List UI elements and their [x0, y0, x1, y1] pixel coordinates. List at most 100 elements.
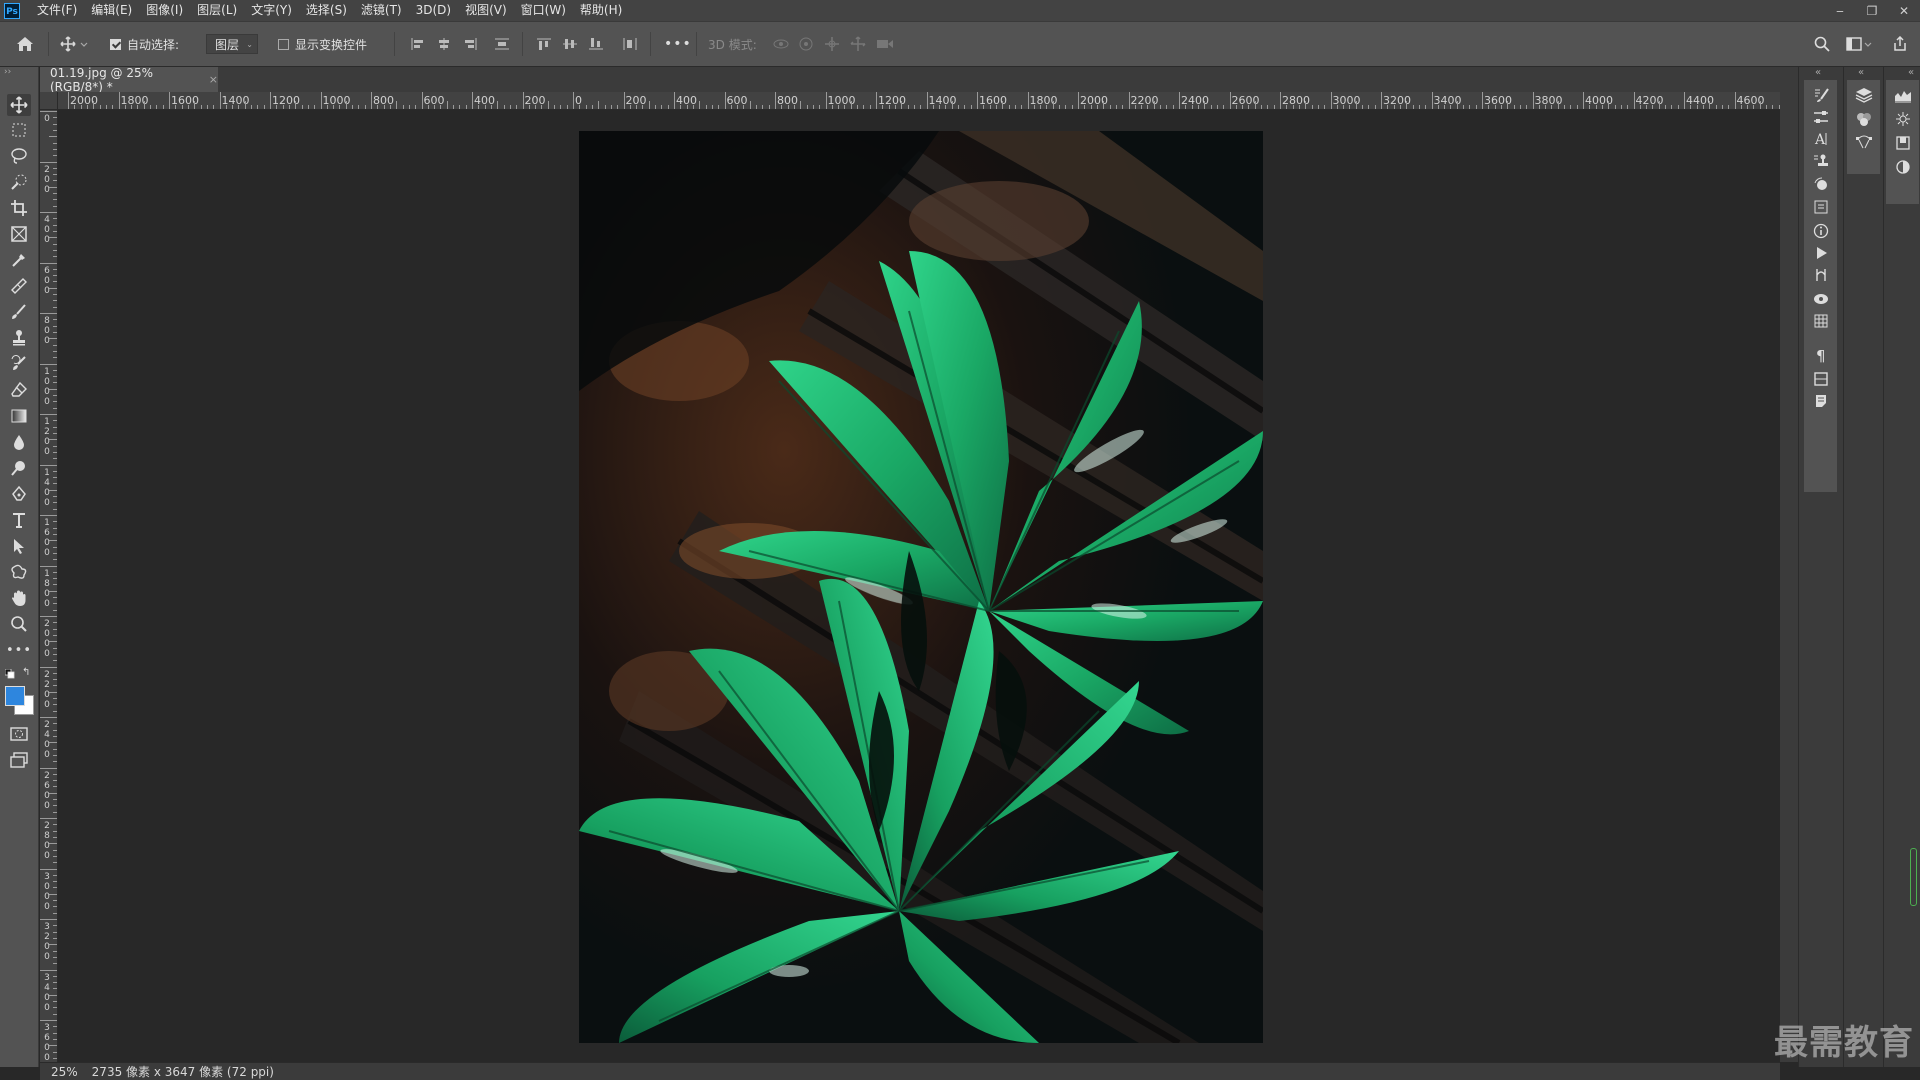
ruler-tick	[1185, 105, 1187, 109]
layers-icon[interactable]	[1852, 84, 1876, 106]
libraries-icon[interactable]	[1891, 132, 1915, 154]
history-icon[interactable]	[1809, 174, 1833, 196]
home-icon[interactable]	[16, 22, 34, 66]
navigator-icon[interactable]	[1891, 108, 1915, 130]
info-icon[interactable]	[1809, 220, 1833, 242]
document-image[interactable]	[579, 131, 1263, 1043]
marquee-tool-icon[interactable]	[7, 119, 31, 141]
move-tool-icon[interactable]	[7, 94, 31, 116]
canvas-area[interactable]	[58, 110, 1780, 1062]
3d-slide-icon[interactable]	[850, 22, 866, 66]
swap-colors-icon[interactable]: ↰	[22, 667, 30, 678]
workspace-icon[interactable]	[1846, 22, 1874, 66]
vertical-scrollbar[interactable]	[1780, 67, 1798, 1062]
align-top-icon[interactable]	[536, 22, 552, 66]
blur-tool-icon[interactable]	[7, 431, 31, 453]
align-left-icon[interactable]	[410, 22, 426, 66]
menu-file[interactable]: 文件(F)	[30, 0, 84, 21]
distribute-vertical-icon[interactable]	[494, 22, 510, 66]
type-tool-icon[interactable]	[7, 509, 31, 531]
align-right-icon[interactable]	[462, 22, 478, 66]
properties-icon[interactable]	[1809, 196, 1833, 218]
edit-toolbar-icon[interactable]: •••	[6, 639, 31, 661]
paragraph-icon[interactable]: ¶	[1809, 344, 1833, 366]
minimize-button[interactable]: ‒	[1824, 0, 1856, 21]
history-brush-tool-icon[interactable]	[7, 353, 31, 375]
collapse-panel-icon[interactable]: «	[1908, 67, 1914, 78]
expand-toolbar-icon[interactable]: ››	[4, 67, 11, 77]
default-colors-icon[interactable]	[4, 668, 15, 682]
glyphs-icon[interactable]	[1809, 368, 1833, 390]
table-icon[interactable]	[1809, 310, 1833, 332]
menu-window[interactable]: 窗口(W)	[514, 0, 573, 21]
character-icon[interactable]: A	[1809, 128, 1833, 150]
3d-panel-icon[interactable]	[1809, 288, 1833, 310]
align-bottom-icon[interactable]	[588, 22, 604, 66]
histogram-icon[interactable]	[1891, 84, 1915, 106]
clone-source-icon[interactable]	[1809, 150, 1833, 172]
quick-select-tool-icon[interactable]	[7, 171, 31, 193]
menu-view[interactable]: 视图(V)	[458, 0, 514, 21]
lasso-tool-icon[interactable]	[7, 145, 31, 167]
close-tab-icon[interactable]: ×	[209, 73, 218, 86]
paths-icon[interactable]	[1809, 264, 1833, 286]
channels-icon[interactable]	[1852, 108, 1876, 130]
ruler-tick	[1330, 92, 1332, 109]
path-nodes-icon[interactable]	[1852, 132, 1876, 154]
zoom-level[interactable]: 25%	[51, 1065, 78, 1079]
foreground-color-swatch[interactable]	[5, 686, 25, 706]
gradient-tool-icon[interactable]	[7, 405, 31, 427]
menu-type[interactable]: 文字(Y)	[244, 0, 299, 21]
menu-help[interactable]: 帮助(H)	[573, 0, 629, 21]
close-button[interactable]: ✕	[1888, 0, 1920, 21]
dodge-tool-icon[interactable]	[7, 457, 31, 479]
zoom-tool-icon[interactable]	[7, 613, 31, 635]
menu-3d[interactable]: 3D(D)	[409, 0, 458, 21]
brush-settings-icon[interactable]	[1809, 84, 1833, 106]
actions-play-icon[interactable]	[1809, 242, 1833, 264]
menu-edit[interactable]: 编辑(E)	[84, 0, 139, 21]
menu-layer[interactable]: 图层(L)	[190, 0, 244, 21]
eyedropper-tool-icon[interactable]	[7, 249, 31, 271]
move-tool-preset-icon[interactable]	[60, 22, 88, 66]
share-icon[interactable]	[1892, 22, 1908, 66]
more-options-button[interactable]: •••	[664, 22, 692, 66]
path-selection-tool-icon[interactable]	[7, 535, 31, 557]
layer-select-dropdown[interactable]: 图层 ⌄	[206, 34, 258, 54]
menu-select[interactable]: 选择(S)	[299, 0, 354, 21]
ruler-origin[interactable]	[40, 92, 58, 110]
3d-roll-icon[interactable]	[798, 22, 814, 66]
eraser-tool-icon[interactable]	[7, 379, 31, 401]
hand-tool-icon[interactable]	[7, 587, 31, 609]
document-info[interactable]: 2735 像素 x 3647 像素 (72 ppi)	[92, 1063, 274, 1080]
horizontal-ruler[interactable]: 2000 1800 1600 1400 1200 1000 800 600 400 200 0 200…	[58, 92, 1780, 110]
collapse-panel-icon[interactable]: «	[1858, 67, 1864, 78]
distribute-horizontal-icon[interactable]	[622, 22, 638, 66]
crop-tool-icon[interactable]	[7, 197, 31, 219]
healing-brush-tool-icon[interactable]	[7, 275, 31, 297]
3d-camera-icon[interactable]	[876, 22, 894, 66]
adjustments-icon[interactable]	[1809, 106, 1833, 128]
custom-shape-tool-icon[interactable]	[7, 561, 31, 583]
vertical-ruler[interactable]: 0 200 400 600 800 1000 1200 1400 1600 1800 2000 220…	[40, 110, 58, 1062]
3d-orbit-icon[interactable]	[772, 22, 790, 66]
restore-button[interactable]: ❐	[1856, 0, 1888, 21]
clone-stamp-tool-icon[interactable]	[7, 327, 31, 349]
menu-filter[interactable]: 滤镜(T)	[354, 0, 409, 21]
menu-image[interactable]: 图像(I)	[139, 0, 190, 21]
align-horizontal-center-icon[interactable]	[436, 22, 452, 66]
document-tab[interactable]: 01.19.jpg @ 25%(RGB/8*) * ×	[40, 66, 218, 94]
collapse-panel-icon[interactable]: «	[1815, 67, 1821, 78]
align-vertical-center-icon[interactable]	[562, 22, 578, 66]
frame-tool-icon[interactable]	[7, 223, 31, 245]
pen-tool-icon[interactable]	[7, 483, 31, 505]
auto-select-checkbox[interactable]	[110, 38, 121, 50]
color-adjust-icon[interactable]	[1891, 156, 1915, 178]
brush-tool-icon[interactable]	[7, 301, 31, 323]
quick-mask-icon[interactable]	[7, 723, 31, 745]
show-transform-checkbox[interactable]	[278, 38, 289, 50]
search-icon[interactable]	[1814, 22, 1830, 66]
notes-icon[interactable]	[1809, 390, 1833, 412]
3d-pan-icon[interactable]	[824, 22, 840, 66]
screen-mode-icon[interactable]	[7, 749, 31, 771]
